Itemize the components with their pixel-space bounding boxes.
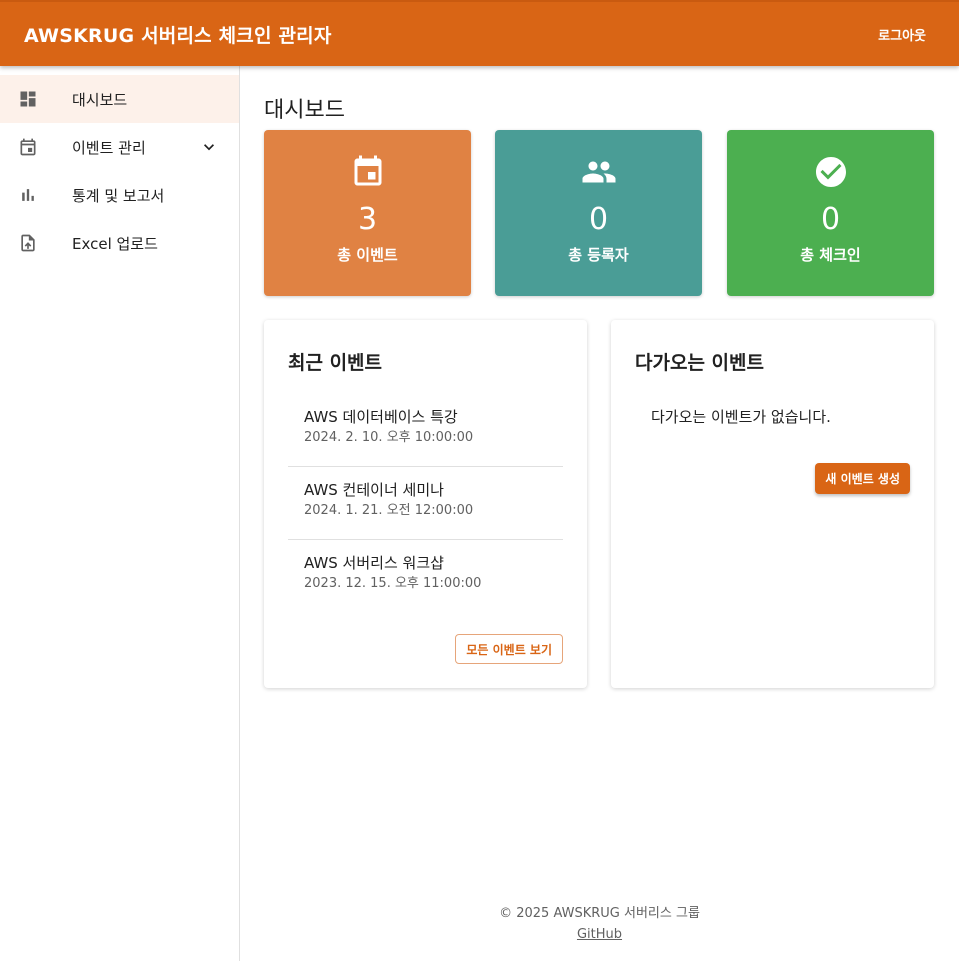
empty-message: 다가오는 이벤트가 없습니다. bbox=[651, 408, 831, 426]
bar-chart-icon bbox=[18, 185, 38, 205]
stat-label: 총 체크인 bbox=[800, 246, 861, 264]
logout-button[interactable]: 로그아웃 bbox=[878, 25, 926, 44]
check-circle-icon bbox=[727, 154, 934, 190]
sidebar: 대시보드 이벤트 관리 통계 및 보고서 Excel 업로드 bbox=[0, 66, 240, 961]
view-all-events-button[interactable]: 모든 이벤트 보기 bbox=[455, 634, 563, 664]
stat-card-total-checkins: 0 총 체크인 bbox=[727, 130, 934, 296]
event-name: AWS 데이터베이스 특강 bbox=[304, 408, 458, 426]
sidebar-item-dashboard[interactable]: 대시보드 bbox=[0, 75, 239, 123]
panel-title: 최근 이벤트 bbox=[288, 352, 383, 374]
sidebar-item-label: 이벤트 관리 bbox=[72, 138, 146, 157]
app-title: AWSKRUG 서버리스 체크인 관리자 bbox=[24, 24, 332, 47]
event-list: AWS 데이터베이스 특강 2024. 2. 10. 오후 10:00:00 A… bbox=[288, 394, 563, 613]
page-title: 대시보드 bbox=[264, 98, 345, 123]
sidebar-item-event-management[interactable]: 이벤트 관리 bbox=[0, 123, 239, 171]
panel-title: 다가오는 이벤트 bbox=[635, 352, 764, 374]
stat-value: 0 bbox=[588, 202, 609, 237]
copyright-text: © 2025 AWSKRUG 서버리스 그룹 bbox=[499, 906, 700, 921]
people-icon bbox=[495, 154, 702, 190]
footer: © 2025 AWSKRUG 서버리스 그룹 GitHub bbox=[240, 904, 959, 946]
event-date: 2023. 12. 15. 오후 11:00:00 bbox=[304, 576, 482, 591]
event-date: 2024. 1. 21. 오전 12:00:00 bbox=[304, 503, 474, 518]
sidebar-item-label: Excel 업로드 bbox=[72, 234, 158, 253]
sidebar-item-label: 대시보드 bbox=[72, 90, 128, 109]
chevron-down-icon[interactable] bbox=[199, 137, 219, 157]
list-item[interactable]: AWS 컨테이너 세미나 2024. 1. 21. 오전 12:00:00 bbox=[288, 467, 563, 540]
event-name: AWS 컨테이너 세미나 bbox=[304, 481, 444, 499]
event-date: 2024. 2. 10. 오후 10:00:00 bbox=[304, 430, 474, 445]
create-event-button[interactable]: 새 이벤트 생성 bbox=[815, 463, 910, 494]
github-link[interactable]: GitHub bbox=[577, 924, 622, 946]
event-icon bbox=[264, 154, 471, 190]
upcoming-events-panel: 다가오는 이벤트 다가오는 이벤트가 없습니다. 새 이벤트 생성 bbox=[611, 320, 934, 688]
stat-card-total-registrants: 0 총 등록자 bbox=[495, 130, 702, 296]
calendar-icon bbox=[18, 137, 38, 157]
recent-events-panel: 최근 이벤트 AWS 데이터베이스 특강 2024. 2. 10. 오후 10:… bbox=[264, 320, 587, 688]
list-item[interactable]: AWS 데이터베이스 특강 2024. 2. 10. 오후 10:00:00 bbox=[288, 394, 563, 467]
stat-card-total-events: 3 총 이벤트 bbox=[264, 130, 471, 296]
stat-label: 총 이벤트 bbox=[337, 246, 398, 264]
upload-file-icon bbox=[18, 233, 38, 253]
sidebar-item-label: 통계 및 보고서 bbox=[72, 186, 165, 205]
main-content: 대시보드 3 총 이벤트 0 총 등록자 0 총 체크인 최근 이벤트 AWS … bbox=[240, 66, 959, 961]
stat-value: 0 bbox=[820, 202, 841, 237]
list-item[interactable]: AWS 서버리스 워크샵 2023. 12. 15. 오후 11:00:00 bbox=[288, 540, 563, 613]
stat-value: 3 bbox=[357, 202, 378, 237]
app-bar: AWSKRUG 서버리스 체크인 관리자 로그아웃 bbox=[0, 0, 959, 66]
dashboard-icon bbox=[18, 89, 38, 109]
stat-label: 총 등록자 bbox=[568, 246, 629, 264]
sidebar-item-reports[interactable]: 통계 및 보고서 bbox=[0, 171, 239, 219]
event-name: AWS 서버리스 워크샵 bbox=[304, 554, 444, 572]
sidebar-item-excel-upload[interactable]: Excel 업로드 bbox=[0, 219, 239, 267]
